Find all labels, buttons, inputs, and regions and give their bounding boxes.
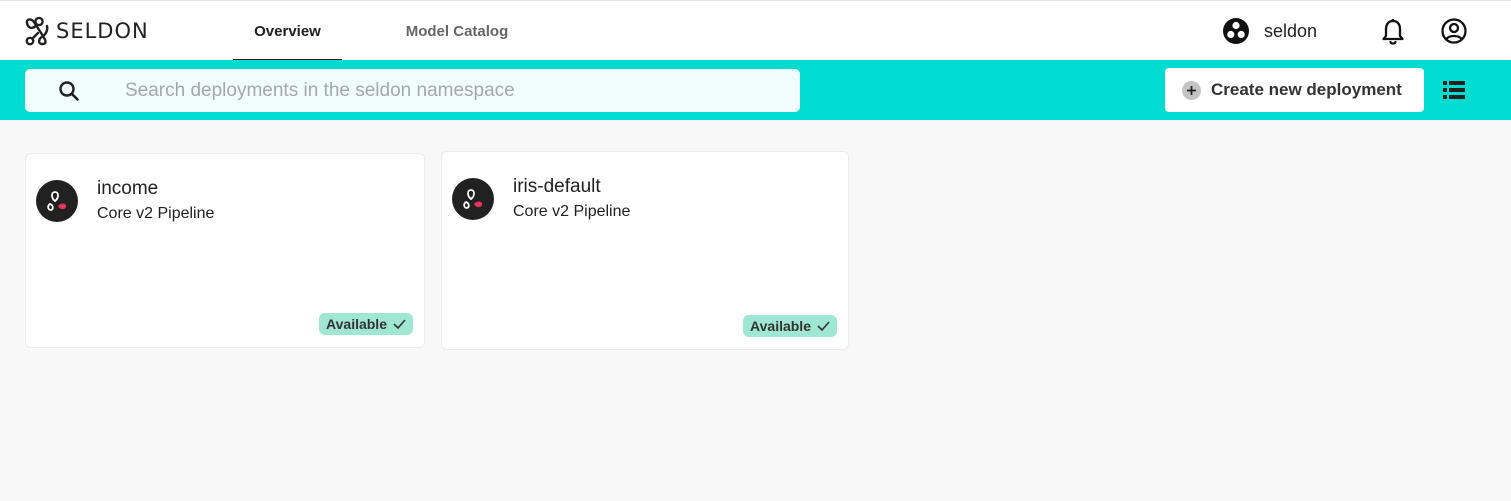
seldon-logo[interactable]: SELDON (24, 16, 149, 46)
check-icon (817, 321, 830, 331)
namespace-selector[interactable]: seldon (1222, 17, 1317, 45)
notifications-button[interactable] (1380, 18, 1406, 51)
list-view-icon (1443, 81, 1465, 99)
deployment-card[interactable]: income Core v2 Pipeline Available (25, 153, 425, 348)
create-deployment-button[interactable]: Create new deployment (1165, 68, 1424, 112)
deployment-type: Core v2 Pipeline (97, 205, 215, 222)
namespace-name: seldon (1264, 20, 1318, 41)
action-toolbar: Create new deployment (0, 60, 1511, 120)
create-deployment-label: Create new deployment (1211, 80, 1402, 99)
seldon-logo-icon (25, 16, 49, 46)
add-icon (1182, 81, 1201, 100)
deployment-name: income (97, 178, 159, 199)
status-badge: Available (319, 313, 413, 335)
tab-overview-label: Overview (254, 22, 321, 40)
deployment-type: Core v2 Pipeline (513, 203, 631, 220)
namespace-icon (1223, 18, 1249, 44)
top-navigation-bar: SELDON Overview Model Catalog seldon (0, 0, 1511, 61)
account-circle-icon (1441, 18, 1467, 44)
search-input[interactable] (125, 69, 785, 112)
tab-model-catalog-label: Model Catalog (405, 22, 509, 40)
search-icon (59, 81, 79, 101)
search-box (25, 69, 800, 112)
tab-overview[interactable]: Overview (233, 1, 342, 61)
pipeline-icon (36, 180, 78, 222)
status-badge: Available (743, 315, 837, 337)
deployment-name: iris-default (513, 176, 601, 197)
list-view-toggle[interactable] (1443, 81, 1465, 104)
status-label: Available (326, 316, 387, 332)
account-button[interactable] (1440, 17, 1468, 50)
brand-name: SELDON (56, 19, 149, 43)
deployment-card[interactable]: iris-default Core v2 Pipeline Available (441, 151, 849, 350)
status-label: Available (750, 318, 811, 334)
pipeline-icon (452, 178, 494, 220)
tab-model-catalog[interactable]: Model Catalog (384, 1, 530, 61)
check-icon (393, 319, 406, 329)
bell-icon (1382, 19, 1404, 45)
